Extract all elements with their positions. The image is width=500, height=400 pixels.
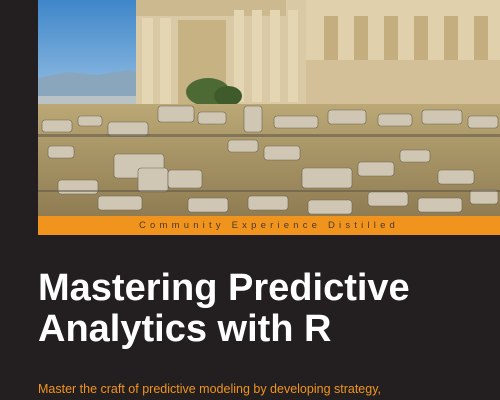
book-subtitle: Master the craft of predictive modeling … bbox=[38, 382, 381, 396]
cover-photo bbox=[38, 0, 500, 216]
acropolis-ruins-image bbox=[38, 0, 500, 216]
tagline-band: Community Experience Distilled bbox=[38, 216, 500, 235]
book-title-line-2: Analytics with R bbox=[38, 308, 332, 350]
book-cover: Community Experience Distilled Mastering… bbox=[0, 0, 500, 400]
book-title: Mastering Predictive Analytics with R bbox=[38, 268, 498, 350]
tagline: Community Experience Distilled bbox=[138, 220, 400, 231]
book-title-line-1: Mastering Predictive bbox=[38, 267, 410, 309]
